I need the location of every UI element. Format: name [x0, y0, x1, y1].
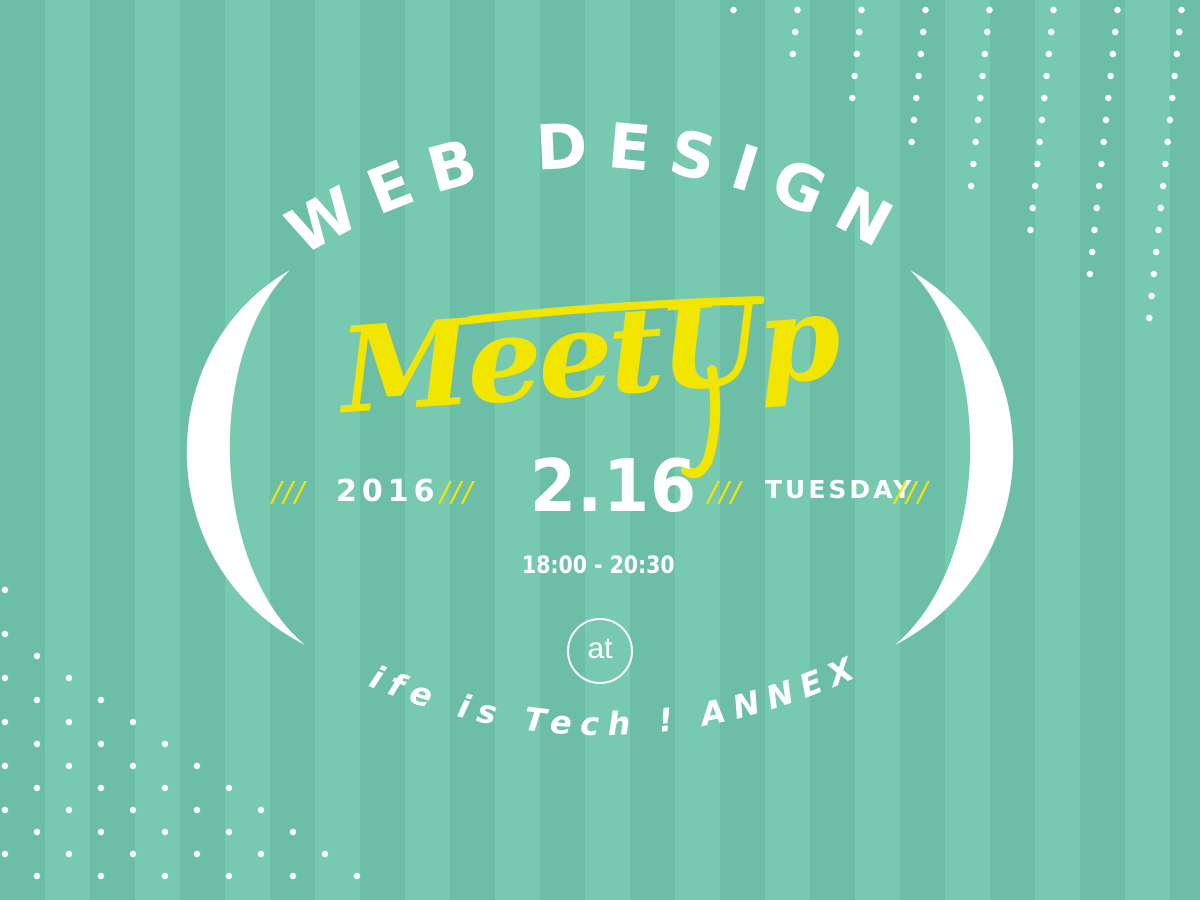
event-date: 2.16	[530, 444, 698, 528]
weekday-label: TUESDAY	[765, 475, 915, 504]
event-time-range: 18:00 - 20:30	[522, 551, 675, 579]
slash-decoration-right-inner: ///	[708, 475, 743, 508]
event-poster: WEB DESIGN MeetUp Life is Tech ! ANNEX /…	[0, 0, 1200, 900]
meetup-script-title: MeetUp	[332, 267, 845, 441]
slash-decoration-left-inner: ///	[440, 475, 475, 508]
at-circle-badge: at	[567, 618, 633, 684]
left-parenthesis-shape	[186, 270, 305, 645]
at-label: at	[587, 632, 613, 665]
slash-decoration-left: ///	[272, 475, 307, 508]
year-label: 2016	[336, 474, 440, 509]
right-parenthesis-shape	[895, 270, 1014, 645]
heading-web-design: WEB DESIGN	[275, 108, 920, 269]
slash-decoration-right: ///	[895, 475, 930, 508]
